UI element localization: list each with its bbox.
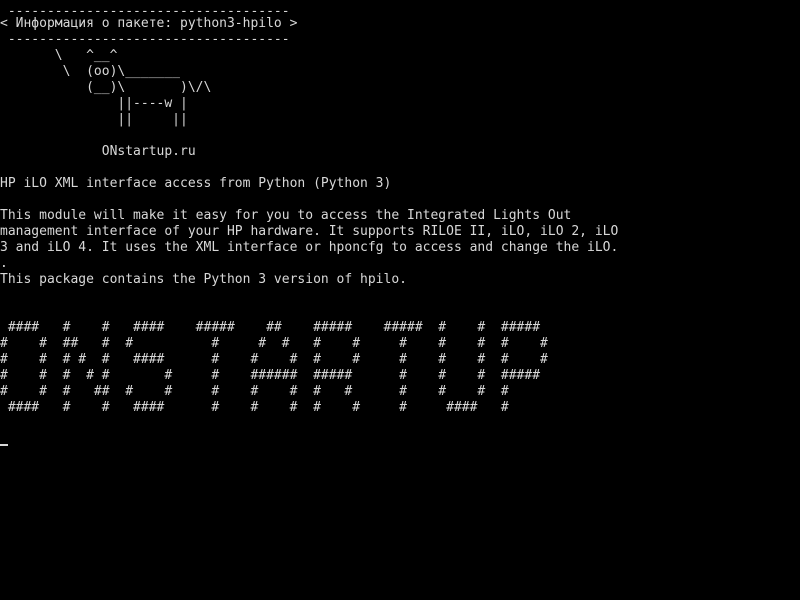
- package-description-line: 3 and iLO 4. It uses the XML interface o…: [0, 240, 619, 255]
- package-description-line: management interface of your HP hardware…: [0, 224, 619, 239]
- package-description-line: .: [0, 256, 8, 271]
- cowsay-border-bottom: ------------------------------------: [0, 32, 290, 47]
- package-description-line: This package contains the Python 3 versi…: [0, 272, 407, 287]
- cow-art-line: ||----w |: [0, 96, 188, 111]
- cow-art-line: || ||: [0, 112, 188, 127]
- cow-art-line: \ (oo)\_______: [0, 64, 181, 79]
- banner-line: # # # # # #### # # # # # # # # # #: [0, 352, 548, 367]
- banner-line: #### # # #### ##### ## ##### ##### # # #…: [0, 320, 541, 335]
- text-cursor[interactable]: [0, 444, 8, 446]
- site-label: ONstartup.ru: [0, 144, 196, 159]
- cow-art-line: \ ^__^: [0, 48, 118, 63]
- package-summary: HP iLO XML interface access from Python …: [0, 176, 392, 191]
- banner-line: # # # ## # # # # # # # # # # #: [0, 384, 509, 399]
- cow-art-line: (__)\ )\/\: [0, 80, 212, 95]
- banner-line: # # ## # # # # # # # # # # # #: [0, 336, 548, 351]
- banner-line: #### # # #### # # # # # # #### #: [0, 400, 509, 415]
- cowsay-speech-bubble: < Информация о пакете: python3-hpilo >: [0, 16, 298, 31]
- banner-line: # # # # # # # ###### ##### # # # #####: [0, 368, 541, 383]
- terminal-screen: ------------------------------------ < И…: [0, 0, 800, 600]
- package-description-line: This module will make it easy for you to…: [0, 208, 572, 223]
